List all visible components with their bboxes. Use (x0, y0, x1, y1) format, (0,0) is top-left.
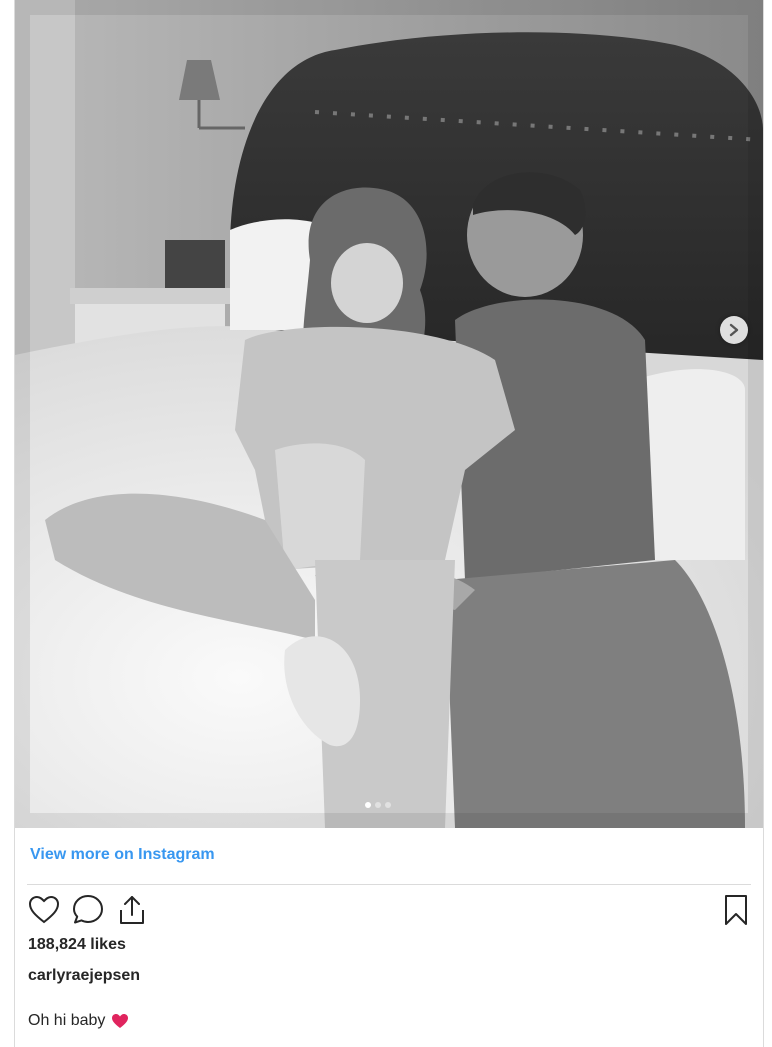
username-link[interactable]: carlyraejepsen (28, 967, 140, 985)
caption-text: Oh hi baby (28, 1012, 106, 1029)
like-button[interactable] (27, 893, 61, 927)
comment-bubble-icon (73, 895, 103, 924)
post-photo[interactable] (15, 0, 763, 828)
carousel-next-button[interactable] (720, 316, 748, 344)
view-more-link[interactable]: View more on Instagram (30, 846, 215, 864)
divider (27, 884, 751, 885)
carousel-dot (385, 802, 391, 808)
bookmark-icon (725, 895, 747, 925)
share-button[interactable] (115, 893, 149, 927)
photo-illustration (15, 0, 763, 828)
heart-emoji (112, 1014, 129, 1028)
share-upload-icon (120, 896, 144, 924)
carousel-dot-active (365, 802, 371, 808)
heart-outline-icon (28, 895, 60, 924)
instagram-embed: View more on Instagram 188,824 likes car… (14, 0, 764, 1047)
comment-button[interactable] (71, 893, 105, 927)
save-button[interactable] (719, 893, 753, 927)
carousel-dot (375, 802, 381, 808)
chevron-right-icon (729, 323, 739, 337)
carousel-indicator (365, 802, 391, 808)
likes-count: 188,824 likes (28, 936, 126, 953)
post-caption: Oh hi baby (28, 1012, 129, 1030)
